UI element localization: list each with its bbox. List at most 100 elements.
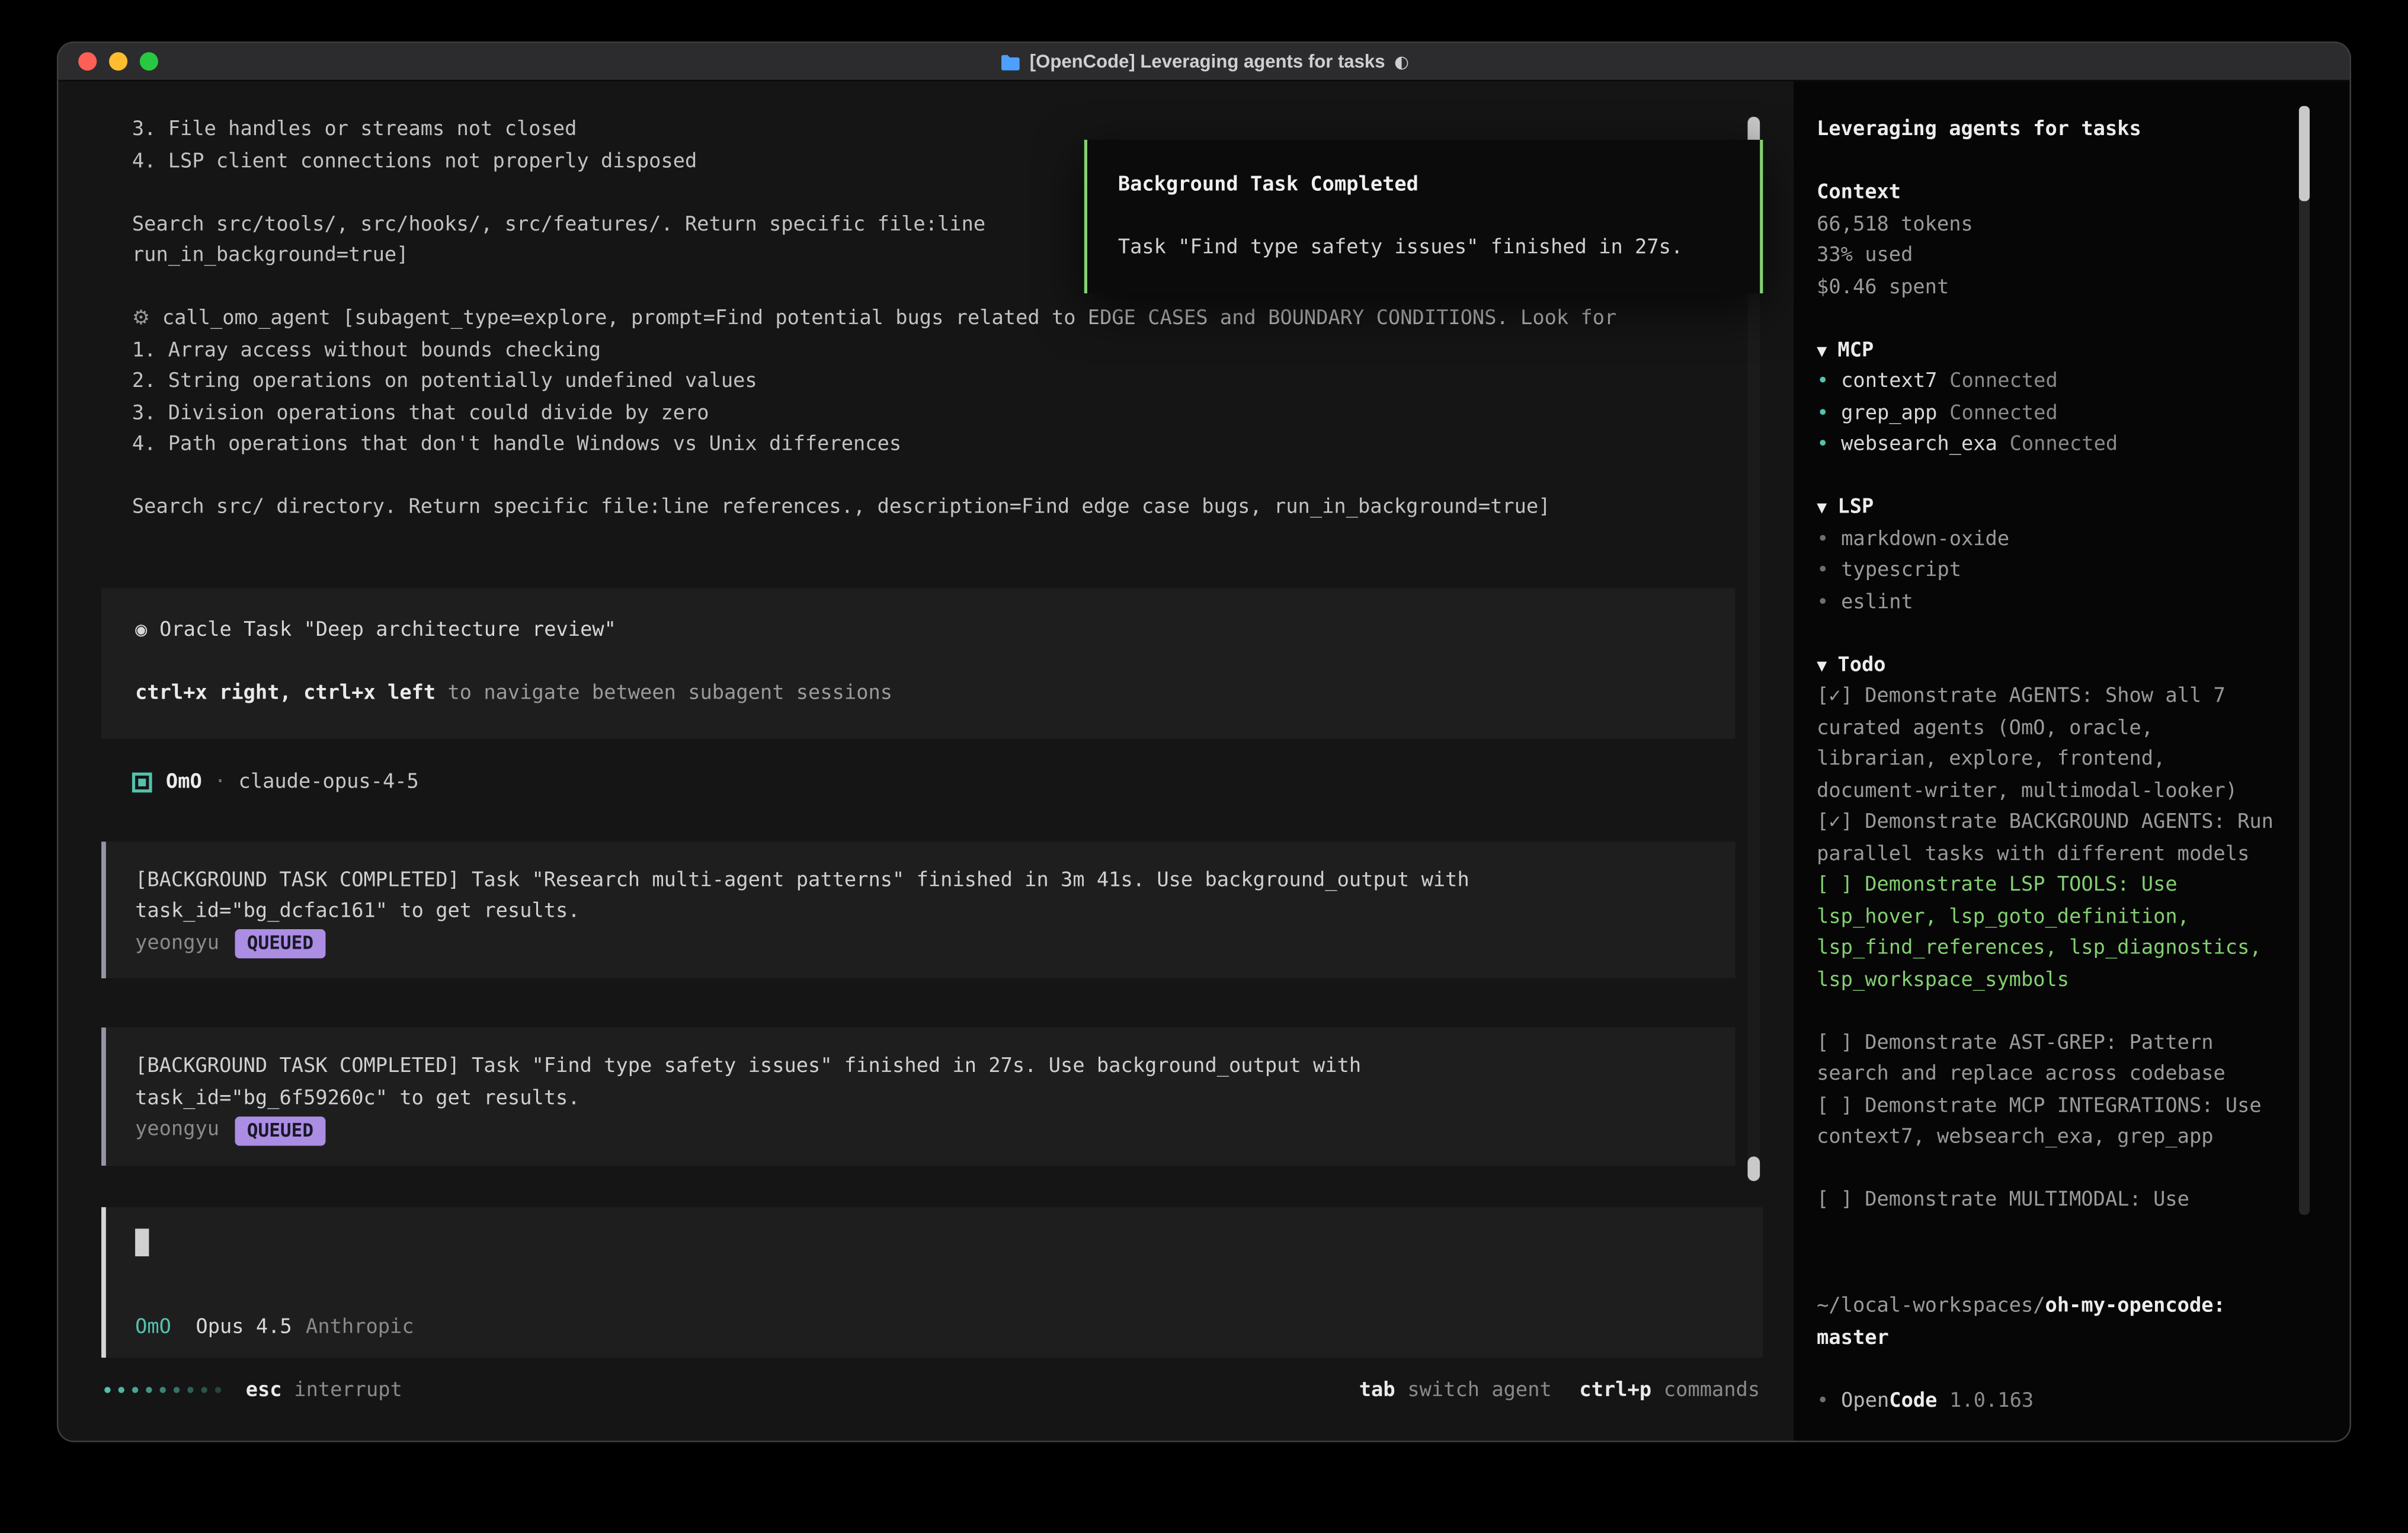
agent-separator: ·	[214, 770, 226, 793]
message-text: [BACKGROUND TASK COMPLETED] Task "Find t…	[135, 1052, 1735, 1083]
message-meta: yeongyu QUEUED	[135, 929, 1735, 960]
bullet-icon: •	[1817, 527, 1829, 551]
recording-indicator-icon: ◐	[1394, 52, 1409, 72]
lsp-item: •markdown-oxide	[1817, 524, 2281, 556]
status-bar: esc interrupt tab switch agent ctrl+p co…	[104, 1375, 1760, 1406]
todo-section-header: ▼Todo	[1817, 651, 2281, 682]
window-title: [OpenCode] Leveraging agents for tasks ◐	[999, 51, 1409, 72]
bullet-icon: •	[1817, 402, 1829, 425]
status-right: tab switch agent ctrl+p commands	[1359, 1378, 1760, 1401]
tool-call-text: call_omo_agent [subagent_type=explore, p…	[162, 307, 1617, 330]
collapse-triangle-icon: ▼	[1817, 498, 1827, 518]
oracle-hint: ctrl+x right, ctrl+x left to navigate be…	[135, 678, 1735, 709]
text-cursor	[135, 1228, 149, 1256]
commands-key-hint: ctrl+p	[1579, 1378, 1651, 1401]
tab-key-label: switch agent	[1407, 1378, 1551, 1401]
context-heading: Context	[1817, 178, 2281, 210]
lsp-item: •typescript	[1817, 556, 2281, 587]
message-text: [BACKGROUND TASK COMPLETED] Task "Resear…	[135, 865, 1735, 897]
message-text: task_id="bg_6f59260c" to get results.	[135, 1084, 1735, 1115]
message-author: yeongyu	[135, 929, 219, 960]
oracle-icon: ◉	[135, 618, 147, 641]
esc-key-label: interrupt	[294, 1378, 402, 1401]
todo-item: [ ] Demonstrate MULTIMODAL: Use	[1817, 1186, 2281, 1217]
workspace-info: ~/local-workspaces/oh-my-opencode: maste…	[1817, 1292, 2281, 1418]
lsp-section-header: ▼LSP	[1817, 493, 2281, 524]
close-button[interactable]	[78, 52, 97, 71]
context-used: 33% used	[1817, 241, 2281, 273]
maximize-button[interactable]	[140, 52, 158, 71]
minimize-button[interactable]	[109, 52, 127, 71]
message-meta: yeongyu QUEUED	[135, 1115, 1735, 1147]
lsp-item: •eslint	[1817, 587, 2281, 619]
context-tokens: 66,518 tokens	[1817, 210, 2281, 241]
toast-body: Task "Find type safety issues" finished …	[1118, 233, 1760, 265]
input-agent: OmO	[135, 1316, 171, 1339]
window-title-text: [OpenCode] Leveraging agents for tasks	[1030, 51, 1385, 72]
message-panel: [BACKGROUND TASK COMPLETED] Task "Find t…	[101, 1028, 1735, 1165]
background-task-toast: Background Task Completed Task "Find typ…	[1084, 140, 1763, 293]
spinner-dots-icon	[104, 1387, 221, 1393]
bullet-icon: •	[1817, 591, 1829, 614]
tool-call-item: 2. String operations on potentially unde…	[101, 367, 1794, 398]
commands-key-label: commands	[1664, 1378, 1760, 1401]
tool-call-item: 3. Division operations that could divide…	[101, 399, 1794, 430]
oracle-task-title: ◉Oracle Task "Deep architecture review"	[135, 615, 1735, 647]
oracle-task-panel: ◉Oracle Task "Deep architecture review" …	[101, 587, 1735, 738]
tool-call-item: 4. Path operations that don't handle Win…	[101, 430, 1794, 462]
status-left: esc interrupt	[104, 1378, 402, 1401]
message-text: task_id="bg_dcfac161" to get results.	[135, 897, 1735, 929]
bullet-icon: •	[1817, 433, 1829, 456]
tool-call-item: 1. Array access without bounds checking	[101, 335, 1794, 367]
context-spent: $0.46 spent	[1817, 273, 2281, 304]
toast-title: Background Task Completed	[1118, 171, 1760, 202]
mcp-item: •context7Connected	[1817, 367, 2281, 398]
traffic-lights	[78, 43, 158, 80]
app-version: •OpenCode1.0.163	[1817, 1386, 2281, 1417]
todo-item: [ ] Demonstrate LSP TOOLS: Use lsp_hover…	[1817, 871, 2281, 997]
oracle-blank	[135, 647, 1735, 678]
folder-icon	[999, 53, 1020, 70]
tab-key-hint: tab	[1359, 1378, 1395, 1401]
collapse-triangle-icon: ▼	[1817, 340, 1827, 360]
mcp-item: •websearch_exaConnected	[1817, 430, 2281, 462]
todo-item: [ ] Demonstrate MCP INTEGRATIONS: Use co…	[1817, 1091, 2281, 1154]
status-badge: QUEUED	[235, 930, 326, 959]
tool-call-line: ⚙ call_omo_agent [subagent_type=explore, …	[101, 304, 1794, 335]
workspace-branch: master	[1817, 1323, 2281, 1355]
todo-item: [ ] Demonstrate AST-GREP: Pattern search…	[1817, 1028, 2281, 1091]
message-panel: [BACKGROUND TASK COMPLETED] Task "Resear…	[101, 841, 1735, 978]
todo-item: [✓] Demonstrate BACKGROUND AGENTS: Run p…	[1817, 808, 2281, 870]
scrollbar-thumb[interactable]	[2299, 106, 2310, 201]
workspace-path: ~/local-workspaces/oh-my-opencode:	[1817, 1292, 2281, 1323]
esc-key-hint: esc	[246, 1378, 282, 1401]
agent-header: OmO · claude-opus-4-5	[101, 766, 1794, 798]
bullet-icon: •	[1817, 370, 1829, 393]
sidebar-scrollbar[interactable]	[2299, 106, 2310, 1215]
session-title: Leveraging agents for tasks	[1817, 115, 2281, 146]
agent-name: OmO	[166, 770, 202, 793]
input-provider: Anthropic	[306, 1316, 414, 1339]
message-author: yeongyu	[135, 1115, 219, 1147]
status-badge: QUEUED	[235, 1116, 326, 1145]
gear-icon: ⚙	[132, 307, 150, 330]
agent-square-icon	[132, 772, 152, 792]
terminal-main: 3. File handles or streams not closed 4.…	[58, 81, 1794, 1441]
sidebar: Leveraging agents for tasks Context 66,5…	[1794, 81, 2349, 1441]
opencode-window: [OpenCode] Leveraging agents for tasks ◐…	[58, 43, 2349, 1441]
hint-text: to navigate between subagent sessions	[436, 681, 892, 704]
prompt-input[interactable]: OmO Opus 4.5 Anthropic	[101, 1206, 1763, 1357]
bullet-icon: •	[1817, 559, 1829, 582]
terminal-line-blank	[101, 462, 1794, 493]
input-model: Opus 4.5	[196, 1316, 292, 1339]
input-model-row: OmO Opus 4.5 Anthropic	[135, 1316, 1729, 1339]
tool-call-tail: Search src/ directory. Return specific f…	[101, 493, 1794, 524]
mcp-section-header: ▼MCP	[1817, 335, 2281, 367]
hint-keys: ctrl+x right, ctrl+x left	[135, 681, 436, 704]
todo-item: [✓] Demonstrate AGENTS: Show all 7 curat…	[1817, 682, 2281, 808]
mcp-item: •grep_appConnected	[1817, 399, 2281, 430]
titlebar: [OpenCode] Leveraging agents for tasks ◐	[58, 43, 2349, 82]
scrollbar-thumb[interactable]	[1747, 1157, 1760, 1181]
screen: [OpenCode] Leveraging agents for tasks ◐…	[0, 0, 2408, 1533]
collapse-triangle-icon: ▼	[1817, 655, 1827, 675]
